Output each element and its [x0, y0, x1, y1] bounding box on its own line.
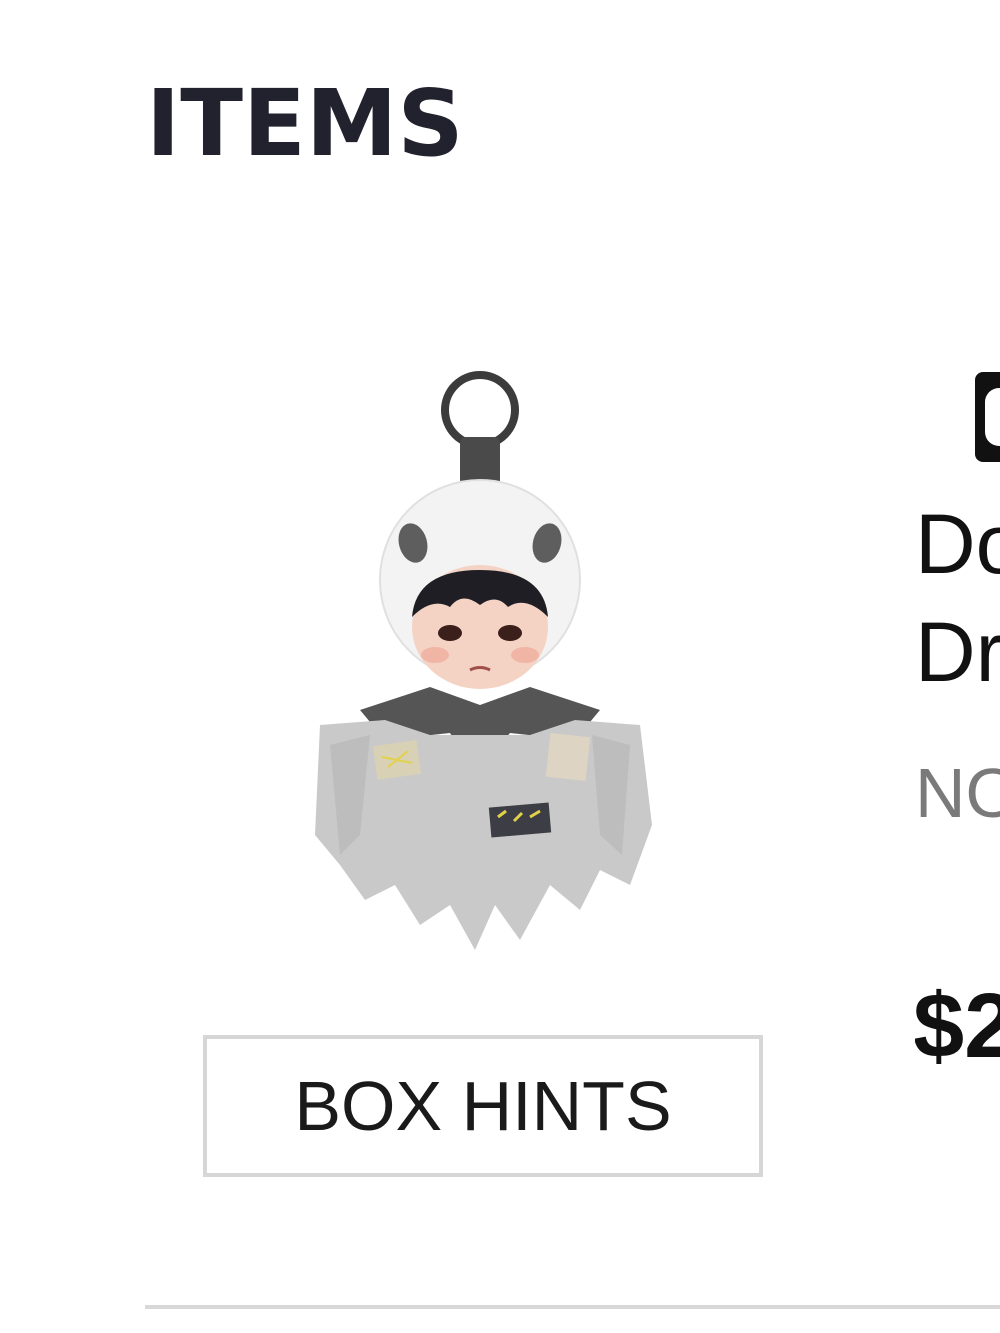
- product-image[interactable]: [300, 365, 660, 955]
- stock-status: NO: [915, 754, 1000, 832]
- section-divider: [145, 1305, 1000, 1309]
- page: ITEMS BOX HINTS Do Dr NO $2: [0, 0, 1000, 1333]
- product-details: Do Dr NO $2: [915, 360, 1000, 1120]
- product-name-line-1[interactable]: Do: [915, 502, 1000, 586]
- product-name-line-2[interactable]: Dr: [915, 610, 1000, 694]
- product-badge: [975, 372, 1000, 462]
- ghost-plush-keychain-icon: [315, 371, 652, 950]
- box-hints-button[interactable]: BOX HINTS: [203, 1035, 763, 1177]
- product-price: $2: [915, 975, 1000, 1077]
- section-title: ITEMS: [146, 70, 464, 177]
